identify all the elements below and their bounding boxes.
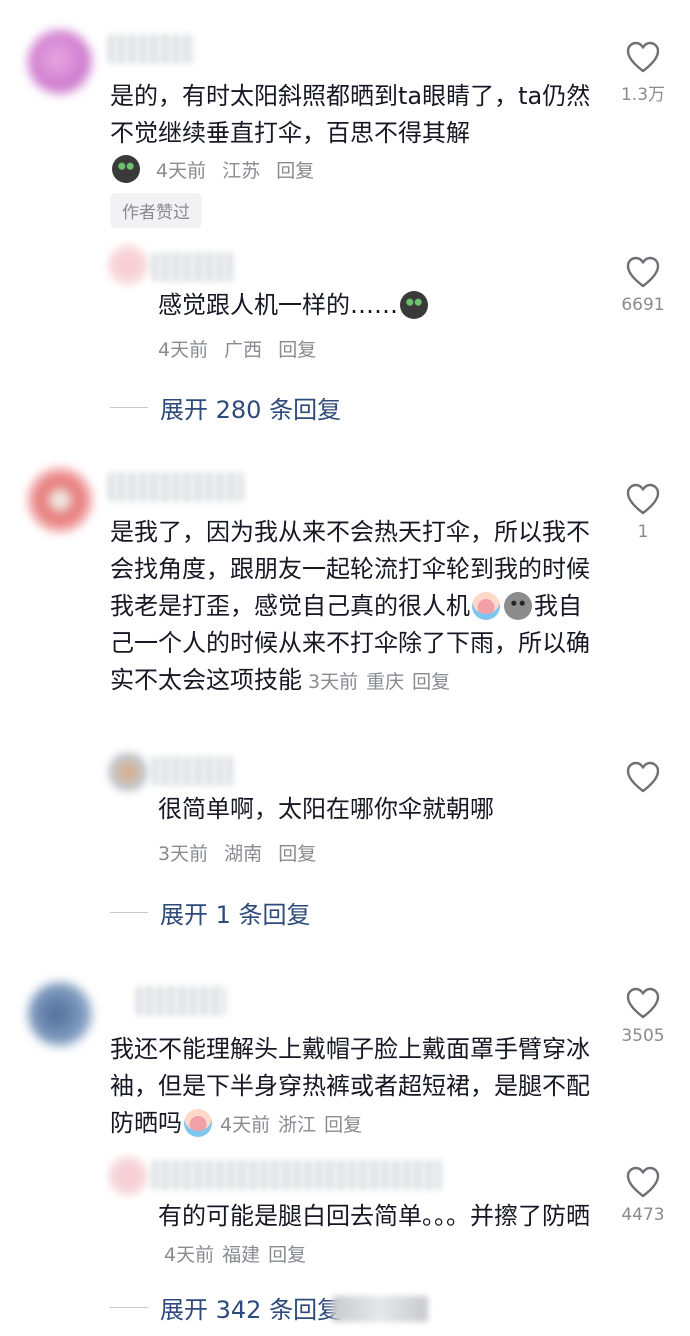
divider (110, 1307, 148, 1308)
reply-location: 福建 (222, 1244, 261, 1266)
expand-label: 展开 280 条回复 (160, 396, 342, 424)
heart-icon (626, 41, 660, 73)
avatar[interactable] (28, 468, 92, 532)
avatar[interactable] (108, 1156, 148, 1196)
reply-time: 4天前 (158, 339, 209, 361)
username[interactable] (108, 34, 194, 64)
crying-emoji-icon (472, 592, 500, 620)
reply-meta: 4天前 广西 回复 (158, 335, 326, 362)
divider (110, 407, 148, 408)
reply-meta: 3天前 湖南 回复 (158, 839, 326, 866)
reply-button[interactable]: 回复 (276, 160, 314, 182)
like-button[interactable]: 3505 (608, 986, 678, 1046)
reply-text: 有的可能是腿白回去简单。。。并擦了防晒4天前 福建 回复 (158, 1202, 590, 1266)
comment-time: 3天前 (308, 671, 359, 693)
reply-button[interactable]: 回复 (412, 671, 450, 693)
like-count: 4473 (621, 1205, 665, 1225)
expand-replies-button[interactable]: 展开 342 条回复 (110, 1290, 341, 1325)
comment-location: 江苏 (222, 160, 261, 182)
reply-button[interactable]: 回复 (268, 1244, 306, 1266)
avatar[interactable] (28, 982, 92, 1046)
expand-replies-button[interactable]: 展开 280 条回复 (110, 390, 341, 425)
username[interactable] (152, 252, 234, 282)
divider (110, 912, 148, 913)
username[interactable] (108, 472, 244, 502)
heart-icon (626, 987, 660, 1019)
like-count: 3505 (621, 1026, 665, 1046)
comment-text: 是的，有时太阳斜照都晒到ta眼睛了，ta仍然不觉继续垂直打伞，百思不得其解 (110, 82, 591, 147)
username[interactable] (152, 756, 234, 786)
like-button[interactable]: 6691 (608, 255, 678, 315)
comment-text: 我还不能理解头上戴帽子脸上戴面罩手臂穿冰袖，但是下半身穿热裤或者超短裙，是腿不配… (110, 1035, 590, 1137)
reply-location: 广西 (224, 339, 263, 361)
like-button[interactable]: 1.3万 (608, 40, 678, 105)
reply-text: 感觉跟人机一样的…… (158, 287, 598, 324)
reply-text: 很简单啊，太阳在哪你伞就朝哪 (158, 795, 494, 823)
comment-location: 重庆 (366, 671, 405, 693)
comment-location: 浙江 (278, 1114, 317, 1136)
cat-emoji-icon (400, 291, 428, 319)
reply-time: 3天前 (158, 843, 209, 865)
like-button[interactable]: 1 (608, 482, 678, 542)
expand-label: 展开 1 条回复 (160, 901, 311, 929)
crying-emoji-icon (184, 1109, 212, 1137)
comment-time: 4天前 (156, 160, 207, 182)
avatar[interactable] (108, 245, 148, 285)
comment-time: 4天前 (220, 1114, 271, 1136)
like-count: 1 (637, 522, 649, 542)
comment-meta: 3天前 重庆 回复 (308, 671, 458, 693)
reply-meta: 4天前 福建 回复 (164, 1244, 314, 1266)
gray-emoji-icon (504, 592, 532, 620)
author-liked-tag: 作者赞过 (110, 193, 202, 228)
cat-emoji-icon (112, 155, 140, 183)
reply-location: 湖南 (224, 843, 263, 865)
reply-button[interactable]: 回复 (278, 339, 316, 361)
reply-time: 4天前 (164, 1244, 215, 1266)
avatar[interactable] (28, 30, 92, 94)
like-count: 6691 (621, 295, 665, 315)
like-button[interactable]: 4473 (608, 1165, 678, 1225)
heart-icon (626, 761, 660, 793)
username[interactable] (136, 986, 226, 1016)
comment-text: 是我了，因为我从来不会热天打伞，所以我不会找角度，跟朋友一起轮流打伞轮到我的时候… (110, 518, 590, 694)
heart-icon (626, 256, 660, 288)
like-button[interactable] (608, 760, 678, 800)
reply-button[interactable]: 回复 (278, 843, 316, 865)
heart-icon (626, 1166, 660, 1198)
heart-icon (626, 483, 660, 515)
expand-replies-button[interactable]: 展开 1 条回复 (110, 895, 311, 930)
avatar[interactable] (108, 752, 148, 792)
like-count: 1.3万 (620, 85, 666, 105)
comment-meta: 4天前 江苏 回复 (110, 155, 324, 183)
reply-button[interactable]: 回复 (324, 1114, 362, 1136)
expand-label: 展开 342 条回复 (160, 1296, 342, 1324)
comment-meta: 4天前 浙江 回复 (220, 1114, 370, 1136)
watermark (332, 1296, 428, 1322)
username[interactable] (152, 1160, 442, 1190)
